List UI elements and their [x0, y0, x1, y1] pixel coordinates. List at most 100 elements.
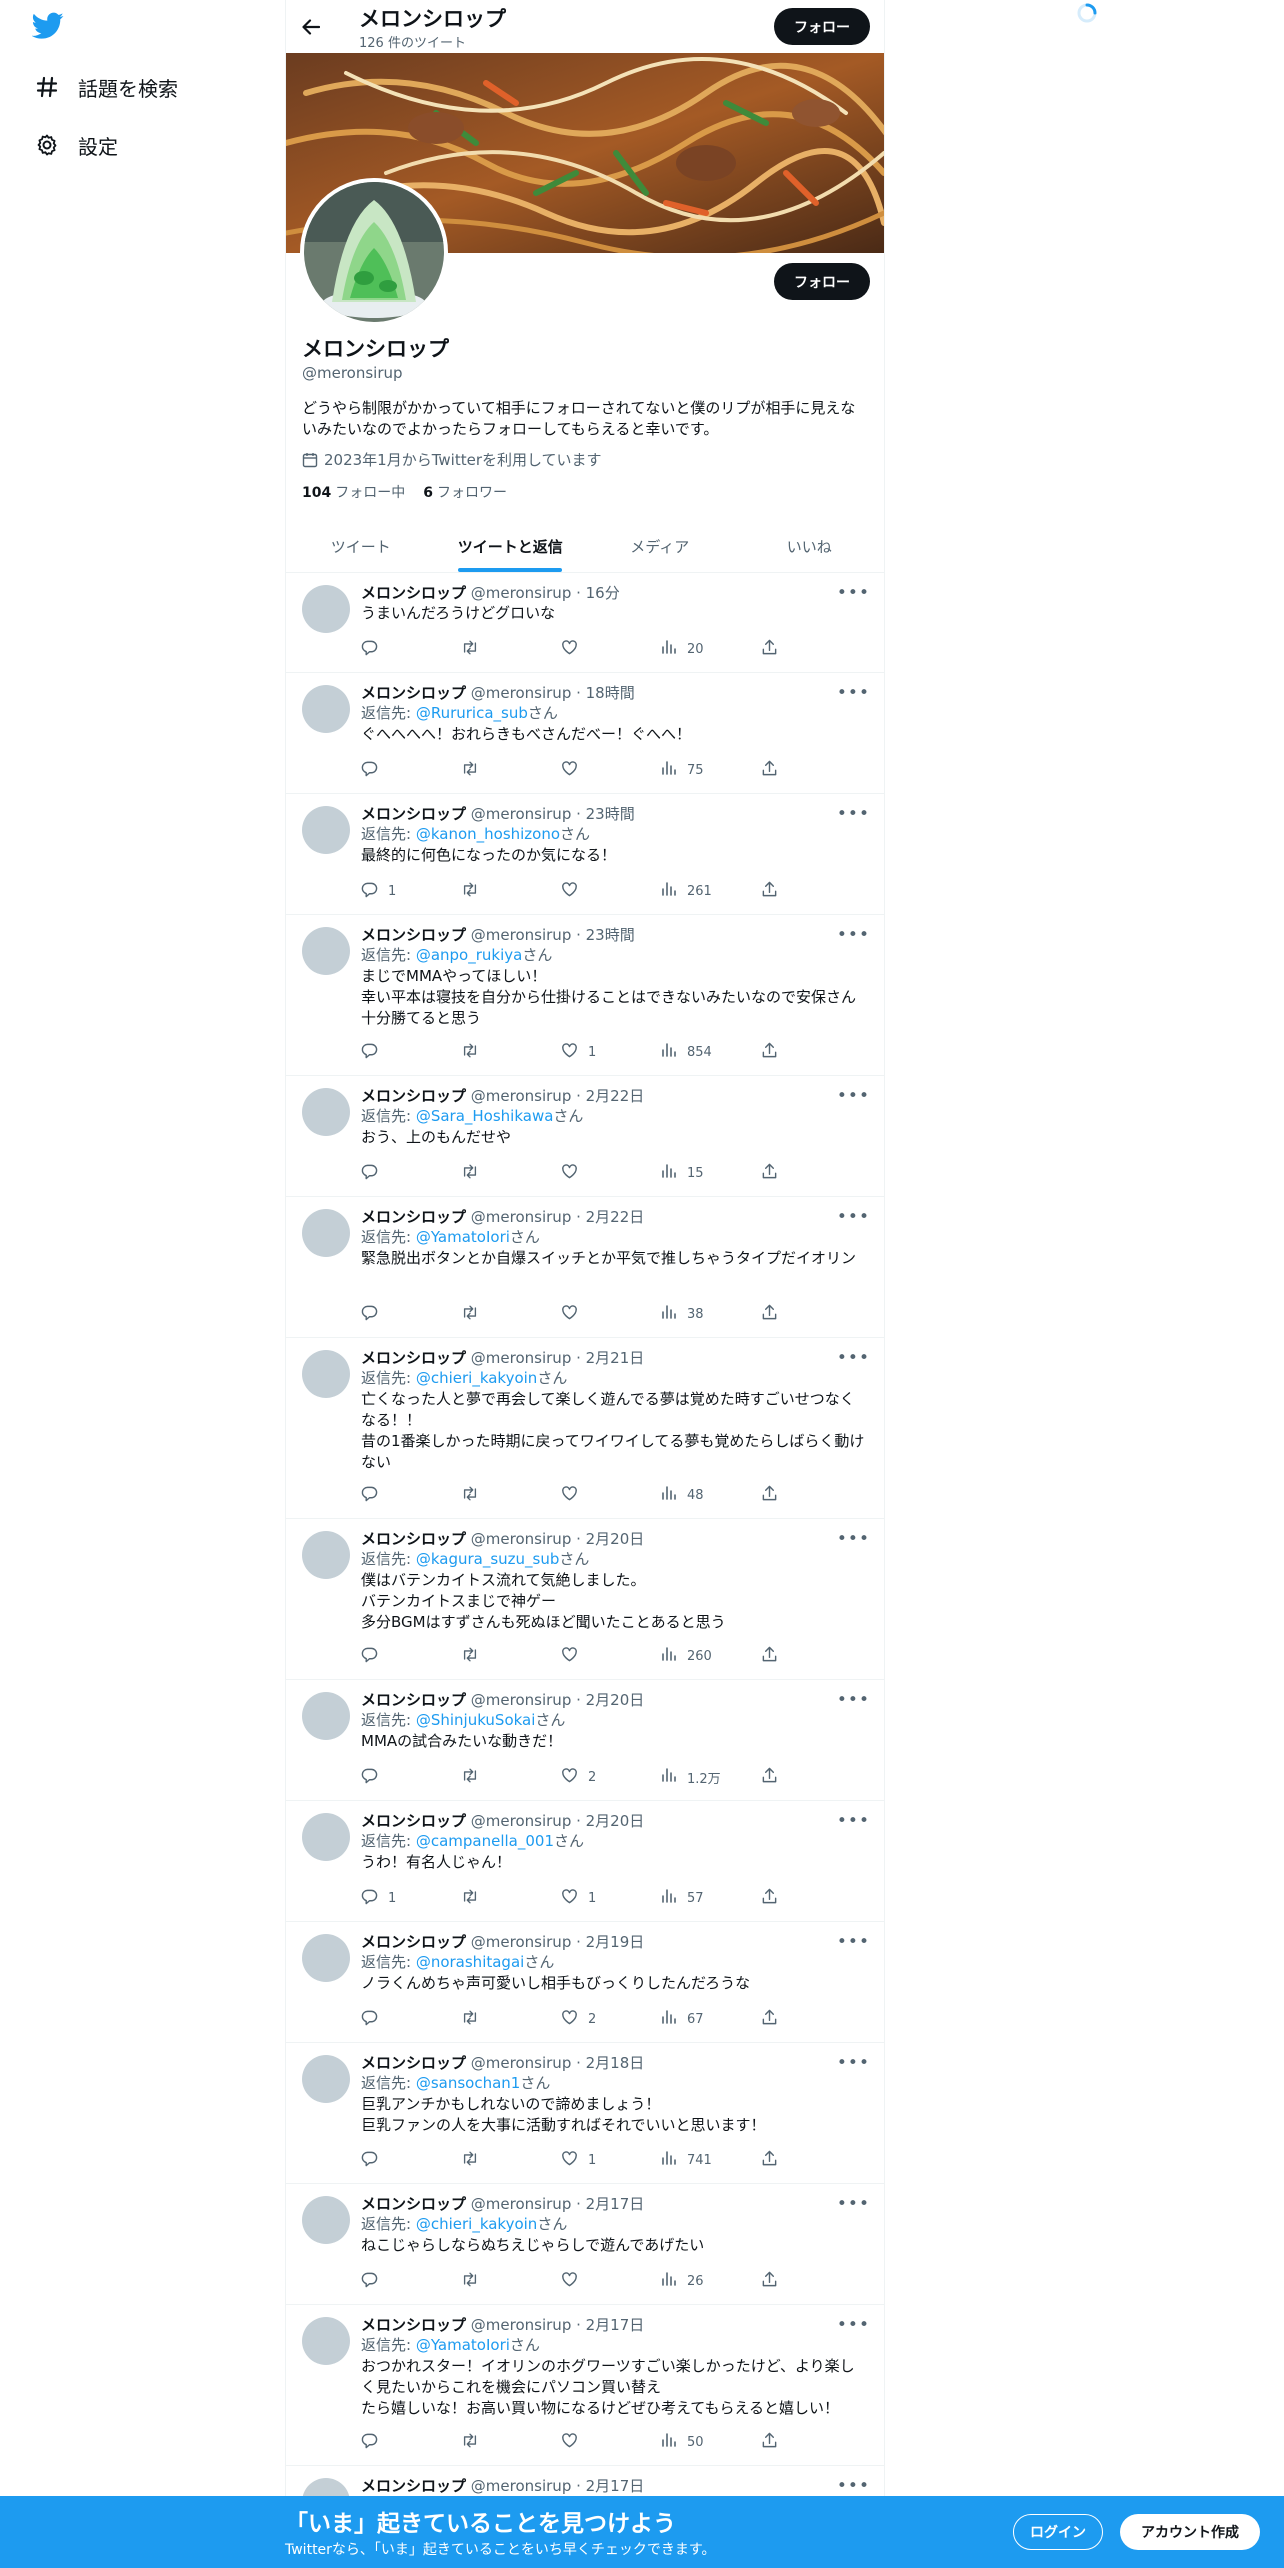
tweet-row[interactable]: メロンシロップ @meronsirup · 18時間 返信先: @Rururica…	[286, 673, 884, 794]
header-follow-button[interactable]: フォロー	[774, 8, 870, 45]
tweet-meta[interactable]: @meronsirup · 2月20日	[471, 1691, 644, 1709]
like-button[interactable]	[561, 1304, 641, 1324]
tweet-meta[interactable]: @meronsirup · 16分	[471, 584, 620, 602]
retweet-button[interactable]	[461, 2271, 541, 2291]
reply-button[interactable]	[361, 639, 441, 659]
reply-button[interactable]	[361, 2271, 441, 2291]
tweet-author-name[interactable]: メロンシロップ	[361, 1530, 466, 1548]
reply-button[interactable]	[361, 1646, 441, 1666]
tweet-avatar[interactable]	[302, 1692, 350, 1740]
retweet-button[interactable]	[461, 760, 541, 780]
reply-mention-link[interactable]: @kanon_hoshizono	[416, 825, 560, 843]
tweet-avatar[interactable]	[302, 685, 350, 733]
more-options-icon[interactable]: •••	[837, 1348, 870, 1368]
like-button[interactable]: 2	[561, 2009, 641, 2029]
tweet-avatar[interactable]	[302, 2196, 350, 2244]
views-button[interactable]: 20	[661, 639, 741, 659]
like-button[interactable]	[561, 2271, 641, 2291]
tweet-row[interactable]: メロンシロップ @meronsirup · 2月20日 返信先: @Shinjuk…	[286, 1680, 884, 1801]
views-button[interactable]: 26	[661, 2271, 741, 2291]
reply-mention-link[interactable]: @Sara_Hoshikawa	[416, 1107, 554, 1125]
tweet-avatar[interactable]	[302, 1813, 350, 1861]
retweet-button[interactable]	[461, 1646, 541, 1666]
reply-mention-link[interactable]: @Rururica_sub	[416, 704, 528, 722]
tweet-author-name[interactable]: メロンシロップ	[361, 684, 466, 702]
reply-mention-link[interactable]: @chieri_kakyoin	[416, 2215, 537, 2233]
tweet-author-name[interactable]: メロンシロップ	[361, 1349, 466, 1367]
tweet-avatar[interactable]	[302, 1088, 350, 1136]
tweet-author-name[interactable]: メロンシロップ	[361, 1812, 466, 1830]
retweet-button[interactable]	[461, 1304, 541, 1324]
login-button[interactable]: ログイン	[1013, 2514, 1103, 2550]
retweet-button[interactable]	[461, 2432, 541, 2452]
tweet-author-name[interactable]: メロンシロップ	[361, 1933, 466, 1951]
more-options-icon[interactable]: •••	[837, 583, 870, 603]
tweet-avatar[interactable]	[302, 1209, 350, 1257]
tab-tweets-and-replies[interactable]: ツイートと返信	[436, 520, 586, 572]
more-options-icon[interactable]: •••	[837, 1529, 870, 1549]
retweet-button[interactable]	[461, 2150, 541, 2170]
more-options-icon[interactable]: •••	[837, 1932, 870, 1952]
share-button[interactable]	[761, 2009, 781, 2029]
share-button[interactable]	[761, 1767, 781, 1787]
tweet-meta[interactable]: @meronsirup · 2月17日	[471, 2477, 644, 2495]
reply-mention-link[interactable]: @kagura_suzu_sub	[416, 1550, 560, 1568]
reply-button[interactable]	[361, 2432, 441, 2452]
views-button[interactable]: 15	[661, 1163, 741, 1183]
reply-mention-link[interactable]: @anpo_rukiya	[416, 946, 523, 964]
retweet-button[interactable]	[461, 881, 541, 901]
nav-settings[interactable]: 設定	[34, 125, 118, 165]
nav-explore[interactable]: 話題を検索	[34, 67, 178, 107]
share-button[interactable]	[761, 1163, 781, 1183]
tweet-avatar[interactable]	[302, 1934, 350, 1982]
tweet-avatar[interactable]	[302, 2055, 350, 2103]
more-options-icon[interactable]: •••	[837, 1690, 870, 1710]
tweet-author-name[interactable]: メロンシロップ	[361, 1691, 466, 1709]
retweet-button[interactable]	[461, 639, 541, 659]
tweet-avatar[interactable]	[302, 1531, 350, 1579]
share-button[interactable]	[761, 1304, 781, 1324]
reply-mention-link[interactable]: @YamatoIori	[416, 1228, 510, 1246]
retweet-button[interactable]	[461, 2009, 541, 2029]
reply-mention-link[interactable]: @campanella_001	[416, 1832, 554, 1850]
more-options-icon[interactable]: •••	[837, 683, 870, 703]
tweet-meta[interactable]: @meronsirup · 2月21日	[471, 1349, 644, 1367]
tweet-meta[interactable]: @meronsirup · 2月18日	[471, 2054, 644, 2072]
views-button[interactable]: 50	[661, 2432, 741, 2452]
reply-mention-link[interactable]: @YamatoIori	[416, 2336, 510, 2354]
more-options-icon[interactable]: •••	[837, 2315, 870, 2335]
tweet-row[interactable]: メロンシロップ @meronsirup · 2月18日 返信先: @sansoch…	[286, 2043, 884, 2184]
tweet-row[interactable]: メロンシロップ @meronsirup · 2月22日 返信先: @Sara_Ho…	[286, 1076, 884, 1197]
like-button[interactable]	[561, 1485, 641, 1505]
tweet-row[interactable]: メロンシロップ @meronsirup · 2月17日 返信先: @chieri_…	[286, 2184, 884, 2305]
share-button[interactable]	[761, 1485, 781, 1505]
tweet-avatar[interactable]	[302, 2317, 350, 2365]
share-button[interactable]	[761, 2150, 781, 2170]
tweet-row[interactable]: メロンシロップ @meronsirup · 2月17日 返信先: @YamatoI…	[286, 2305, 884, 2466]
like-button[interactable]	[561, 760, 641, 780]
reply-button[interactable]	[361, 1163, 441, 1183]
tweet-row[interactable]: メロンシロップ @meronsirup · 23時間 返信先: @kanon_ho…	[286, 794, 884, 915]
like-button[interactable]	[561, 639, 641, 659]
like-button[interactable]	[561, 881, 641, 901]
tweet-meta[interactable]: @meronsirup · 23時間	[471, 805, 635, 823]
views-button[interactable]: 38	[661, 1304, 741, 1324]
like-button[interactable]: 2	[561, 1767, 641, 1787]
reply-mention-link[interactable]: @ShinjukuSokai	[416, 1711, 536, 1729]
views-button[interactable]: 48	[661, 1485, 741, 1505]
tweet-row[interactable]: メロンシロップ @meronsirup · 2月20日 返信先: @kagura_…	[286, 1519, 884, 1680]
share-button[interactable]	[761, 881, 781, 901]
tweet-meta[interactable]: @meronsirup · 23時間	[471, 926, 635, 944]
followers-link[interactable]: 6 フォロワー	[423, 482, 507, 502]
tweet-author-name[interactable]: メロンシロップ	[361, 926, 466, 944]
retweet-button[interactable]	[461, 1042, 541, 1062]
tweet-meta[interactable]: @meronsirup · 2月22日	[471, 1087, 644, 1105]
views-button[interactable]: 67	[661, 2009, 741, 2029]
reply-button[interactable]: 1	[361, 1888, 441, 1908]
tweet-avatar[interactable]	[302, 806, 350, 854]
like-button[interactable]: 1	[561, 1042, 641, 1062]
share-button[interactable]	[761, 1888, 781, 1908]
reply-button[interactable]	[361, 760, 441, 780]
tweet-meta[interactable]: @meronsirup · 2月22日	[471, 1208, 644, 1226]
like-button[interactable]	[561, 1646, 641, 1666]
